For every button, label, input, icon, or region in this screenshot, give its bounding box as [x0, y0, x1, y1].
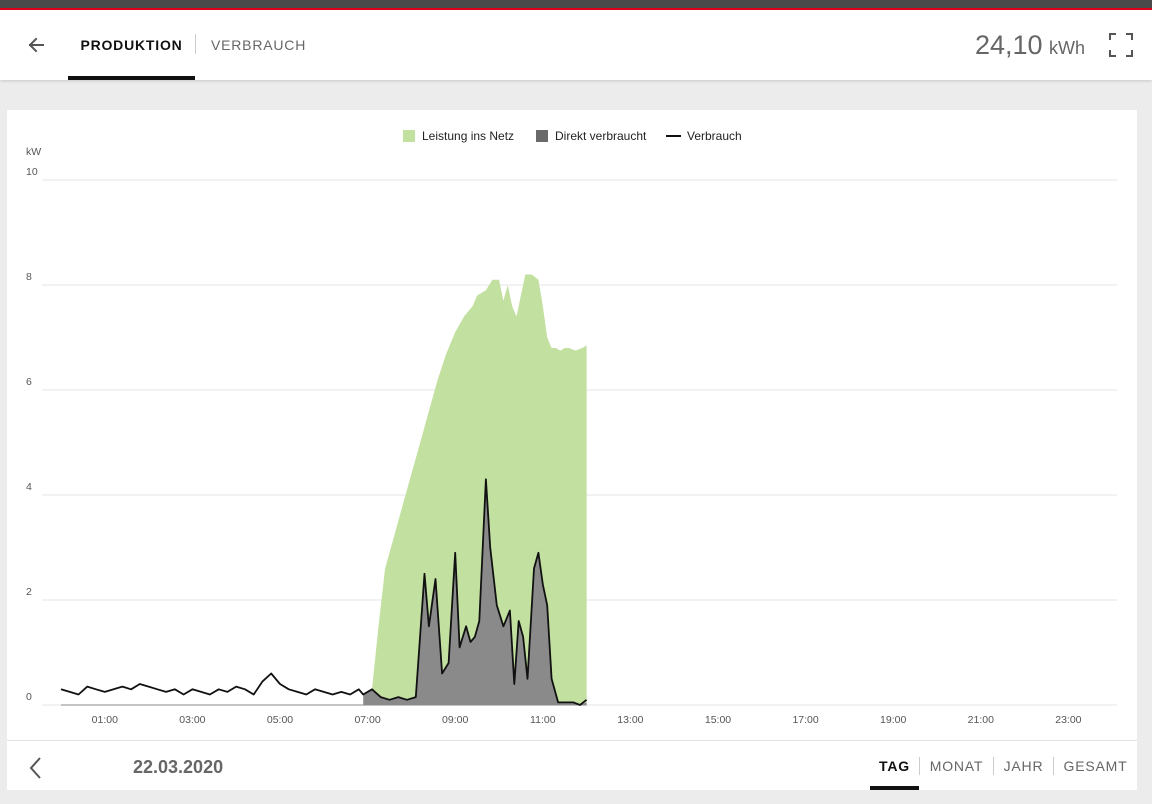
legend-item: Verbrauch [666, 129, 742, 143]
legend-label: Verbrauch [687, 129, 742, 143]
y-axis-label: kW [26, 146, 41, 158]
y-tick-label: 0 [26, 691, 32, 703]
tab-produktion[interactable]: PRODUKTION [68, 10, 195, 80]
x-tick-label: 15:00 [705, 714, 731, 726]
legend-swatch [536, 130, 548, 142]
active-period-indicator [870, 786, 919, 790]
header: PRODUKTION VERBRAUCH 24,10 kWh [0, 10, 1152, 80]
legend-item: Leistung ins Netz [403, 129, 514, 143]
total-value: 24,10 [974, 30, 1043, 60]
legend-label: Direkt verbraucht [555, 129, 647, 143]
period-tag[interactable]: TAG [870, 747, 919, 785]
x-tick-label: 07:00 [354, 714, 380, 726]
active-tab-indicator [68, 76, 195, 80]
x-tick-label: 01:00 [92, 714, 118, 726]
arrow-left-icon [28, 37, 44, 53]
chart-card: Leistung ins Netz Direkt verbraucht Verbra… [7, 110, 1137, 790]
x-tick-label: 13:00 [617, 714, 643, 726]
y-tick-label: 2 [26, 586, 32, 598]
tab-verbrauch[interactable]: VERBRAUCH [211, 10, 306, 80]
previous-day-button[interactable] [25, 754, 47, 782]
window-top-bar [0, 0, 1152, 8]
legend-label: Leistung ins Netz [422, 129, 514, 143]
total-energy: 24,10 kWh [975, 30, 1085, 66]
y-tick-label: 4 [26, 481, 32, 493]
fullscreen-button[interactable] [1108, 32, 1134, 58]
back-button[interactable] [24, 32, 50, 58]
x-tick-label: 11:00 [530, 714, 556, 726]
x-tick-label: 23:00 [1055, 714, 1081, 726]
y-tick-label: 10 [26, 166, 38, 178]
y-tick-label: 8 [26, 271, 32, 283]
x-tick-label: 03:00 [179, 714, 205, 726]
date-display[interactable]: 22.03.2020 [133, 755, 223, 779]
x-tick-label: 19:00 [880, 714, 906, 726]
y-tick-label: 6 [26, 376, 32, 388]
legend-item: Direkt verbraucht [536, 129, 647, 143]
tab-divider [195, 34, 196, 54]
legend-swatch [403, 130, 415, 142]
period-monat[interactable]: MONAT [920, 747, 993, 785]
production-chart: Leistung ins Netz Direkt verbraucht Verbra… [26, 129, 1117, 726]
footer-divider [7, 740, 1137, 741]
x-tick-label: 17:00 [792, 714, 818, 726]
x-tick-label: 21:00 [968, 714, 994, 726]
fullscreen-icon [1109, 33, 1133, 57]
period-jahr[interactable]: JAHR [994, 747, 1053, 785]
total-unit: kWh [1049, 38, 1085, 58]
period-gesamt[interactable]: GESAMT [1054, 747, 1137, 785]
x-tick-label: 09:00 [442, 714, 468, 726]
chevron-left-icon [29, 757, 41, 779]
x-tick-label: 05:00 [267, 714, 293, 726]
